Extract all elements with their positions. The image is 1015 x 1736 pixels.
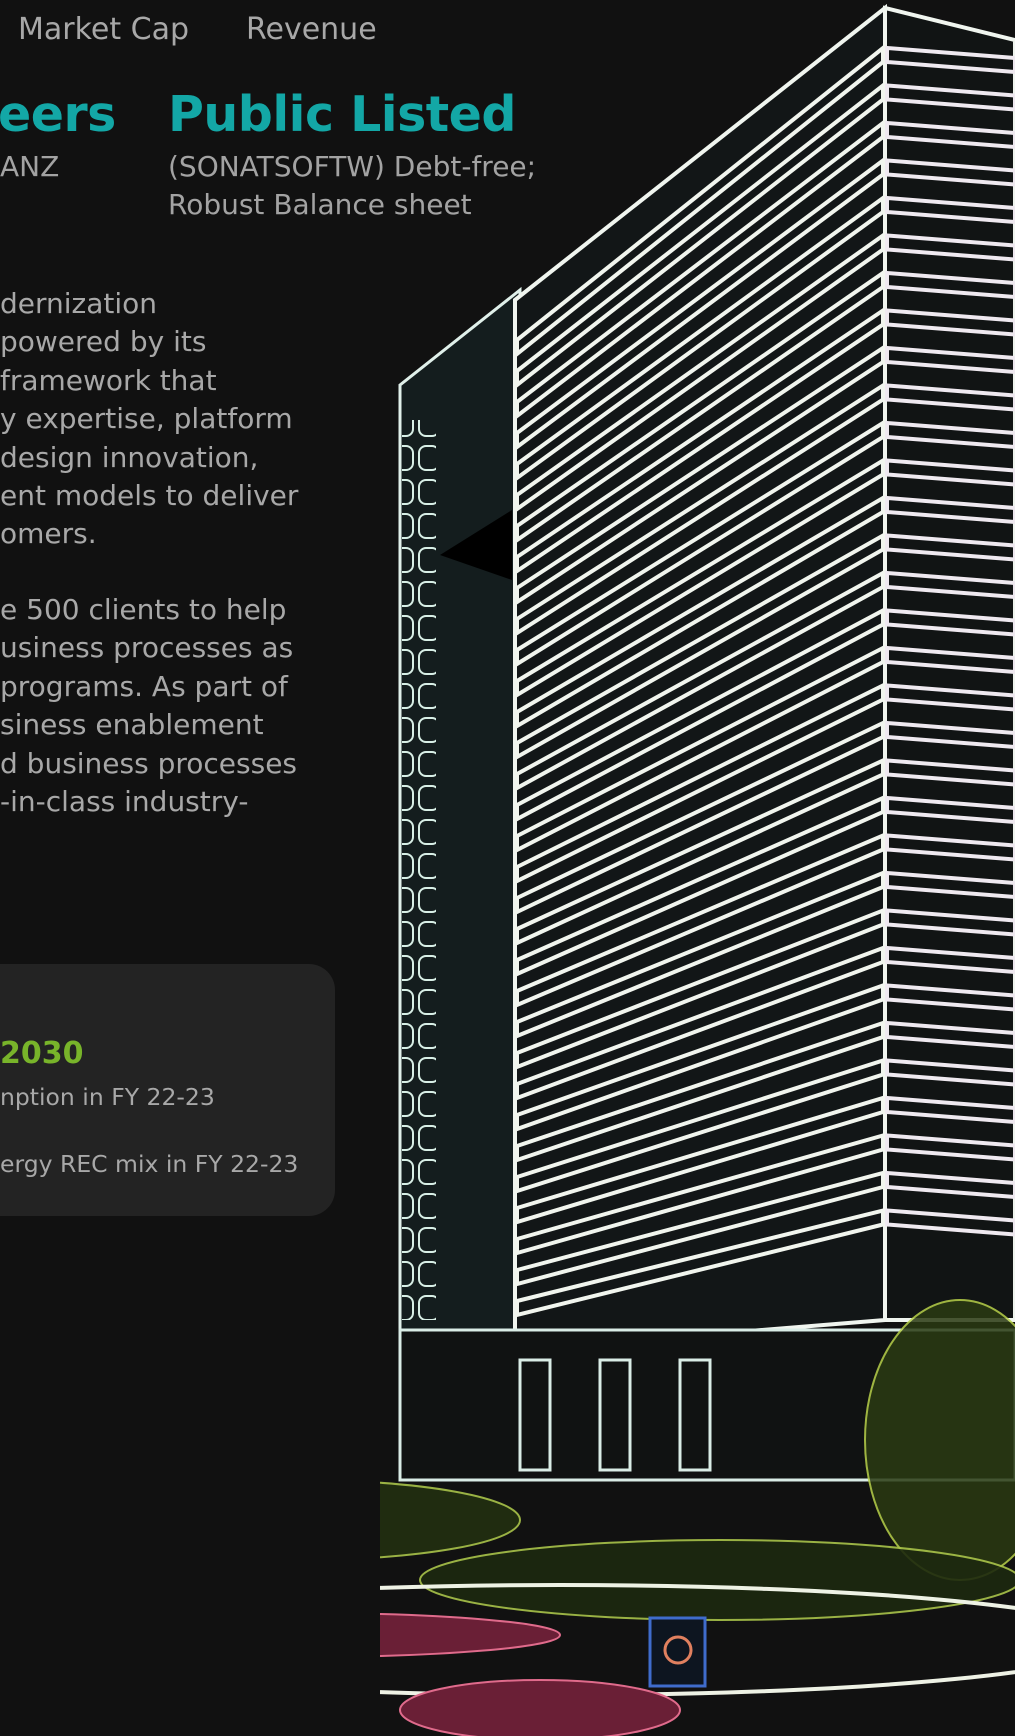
paragraph-line: -in-class industry- — [0, 785, 249, 819]
paragraph-line: usiness processes as — [0, 631, 294, 665]
paragraph-line: framework that — [0, 363, 217, 397]
paragraph-line: e 500 clients to help — [0, 593, 287, 626]
paragraph-line: y expertise, platform — [0, 402, 293, 436]
office-building-illustration — [380, 3, 1015, 1736]
clients-paragraph: e 500 clients to help usiness processes … — [0, 591, 297, 821]
revenue-label: Revenue — [246, 12, 377, 47]
paragraph-line: programs. As part of — [0, 669, 288, 703]
esg-energy-line: nption in FY 22-23 — [0, 1083, 215, 1111]
paragraph-line: omers. — [0, 517, 97, 551]
paragraph-line: powered by its — [0, 325, 207, 359]
esg-rec-line: ergy REC mix in FY 22-23 — [0, 1150, 299, 1178]
market-cap-label: Market Cap — [18, 12, 190, 47]
region-text: ANZ — [0, 150, 60, 183]
paragraph-line: siness enablement — [0, 708, 264, 742]
paragraph-line: dernization — [0, 287, 158, 320]
paragraph-line: d business processes — [0, 746, 298, 780]
paragraph-line: design innovation, — [0, 440, 259, 474]
paragraph-line: ent models to deliver — [0, 479, 299, 513]
careers-title: eers — [0, 86, 116, 143]
intro-paragraph: dernization powered by its framework tha… — [0, 285, 298, 554]
esg-target-year: 2030 — [0, 1036, 84, 1071]
